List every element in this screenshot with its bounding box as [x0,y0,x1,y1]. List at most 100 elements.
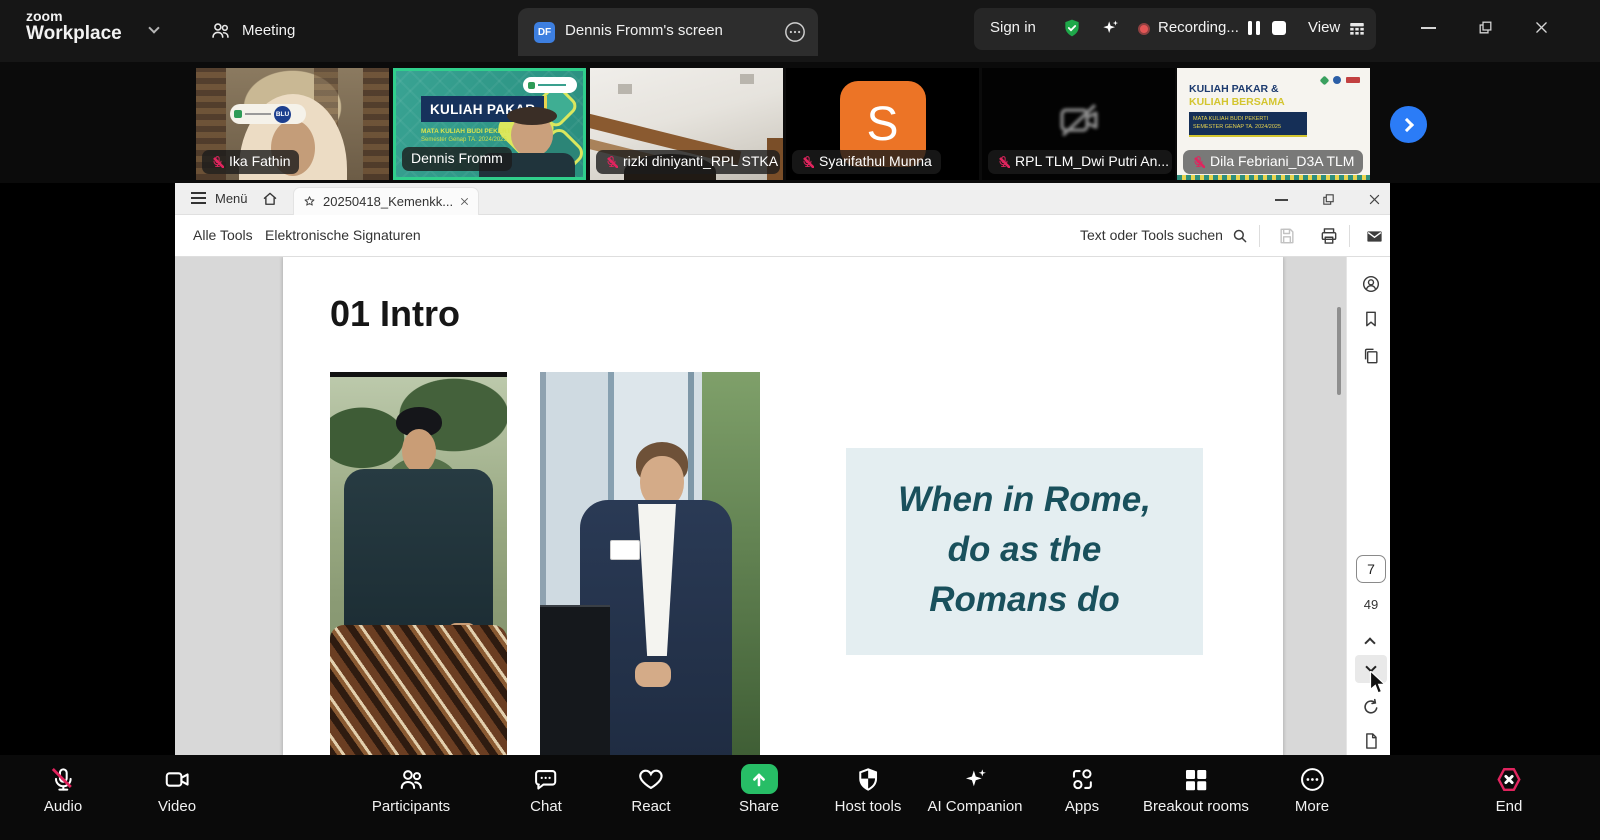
end-meeting-button[interactable]: End [1495,764,1524,815]
share-button[interactable]: Share [739,764,779,815]
speaker-hair [507,107,557,125]
video-tile-dennis-fromm[interactable]: KULIAH PAKAR MATA KULIAH BUDI PEKERTI Se… [393,68,586,180]
video-tile-syarifathul[interactable]: S Syarifathul Munna [786,68,979,180]
window-minimize-button[interactable] [1421,27,1436,29]
mic-off-icon [1192,155,1205,168]
decor-panel [363,68,389,180]
save-icon[interactable] [1277,226,1297,246]
audio-button[interactable]: Audio [44,764,82,815]
react-button[interactable]: React [631,764,670,815]
jacket [344,469,493,637]
banner-subline: MATA KULIAH BUDI PEKERTI [421,128,513,135]
pause-bar-icon [1248,21,1252,35]
video-tile-ika-fathin[interactable]: BLU Ika Fathin [196,68,389,180]
video-tile-dila-febriani[interactable]: KULIAH PAKAR & KULIAH BERSAMA MATA KULIA… [1177,68,1370,180]
toolbar-divider [1259,225,1260,247]
close-tab-icon[interactable] [459,196,470,207]
heart-icon [638,766,665,793]
window-close-button[interactable] [1533,19,1550,36]
participant-name-label: Dennis Fromm [402,147,512,171]
recording-dot-icon [1138,23,1150,35]
tab-options-ellipsis-icon[interactable] [784,21,806,43]
security-shield-icon[interactable] [1062,18,1082,38]
breakout-rooms-icon [1182,766,1209,793]
camera-icon [164,766,191,793]
ai-companion-button[interactable]: AI Companion [927,764,1022,815]
camera-off-icon [1055,96,1103,144]
end-hexagon-icon [1495,765,1524,794]
logo-workplace-text: Workplace [26,23,122,45]
meeting-status-pill: Sign in Recording... View [974,8,1376,50]
zoom-workplace-window: zoom Workplace Meeting DF Dennis Fromm's… [0,0,1600,840]
next-participants-page-button[interactable] [1390,106,1427,143]
sign-in-button[interactable]: Sign in [990,19,1036,36]
document-tab-label: 20250418_Kemenkk... [323,194,453,209]
mic-off-icon [211,155,224,168]
tab-meeting[interactable]: Meeting [210,20,295,41]
banner-text-line [245,113,271,115]
workspace-menu-chevron-down-icon[interactable] [148,22,159,33]
page-thumbnails-icon[interactable] [1361,346,1381,366]
mic-muted-icon [50,766,77,793]
mic-off-icon [605,155,618,168]
star-icon[interactable] [302,194,317,209]
share-screen-icon [741,764,778,794]
home-icon[interactable] [261,190,279,208]
search-icon[interactable] [1231,227,1249,245]
bookmarks-icon[interactable] [1361,309,1381,329]
acrobat-toolbar: Alle Tools Elektronische Signaturen Text… [175,215,1390,257]
current-page-input[interactable]: 7 [1356,555,1386,583]
banner-subline: Semester Genap TA. 2024/2025 [421,137,507,143]
more-button[interactable]: More [1295,764,1329,815]
name-tag [610,540,640,560]
view-grid-icon[interactable] [1348,20,1366,38]
participants-button[interactable]: Participants [372,764,450,815]
photo-business-suit [540,372,760,757]
video-button[interactable]: Video [158,764,196,815]
slide-border-decor [1177,175,1370,180]
esignatures-button[interactable]: Elektronische Signaturen [265,227,421,243]
video-tile-rpl-tlm[interactable]: RPL TLM_Dwi Putri An... [982,68,1175,180]
hand [635,662,671,687]
breakout-rooms-button[interactable]: Breakout rooms [1143,764,1249,815]
search-tools-label[interactable]: Text oder Tools suchen [1080,227,1223,243]
menu-button-label[interactable]: Menü [215,191,248,206]
participant-name-label: Ika Fathin [202,150,299,174]
print-icon[interactable] [1319,226,1339,246]
document-tab[interactable]: 20250418_Kemenkk... [293,187,479,215]
meeting-people-icon [210,20,231,41]
page-view-icon[interactable] [1361,731,1381,751]
ai-sparkle-icon[interactable] [1100,18,1120,38]
all-tools-button[interactable]: Alle Tools [193,227,253,243]
pdf-restore-button[interactable] [1321,192,1336,207]
recording-status-label: Recording... [1158,19,1239,36]
logo-mark [528,82,535,89]
vertical-scrollbar-thumb[interactable] [1337,307,1341,395]
meeting-tab-label: Meeting [242,22,295,39]
email-icon[interactable] [1365,227,1384,246]
chat-button[interactable]: Chat [530,764,562,815]
host-tools-button[interactable]: Host tools [835,764,902,815]
stop-recording-button[interactable] [1272,21,1286,35]
pdf-minimize-button[interactable] [1275,199,1288,201]
tab-dennis-fromm-screen[interactable]: DF Dennis Fromm's screen [518,8,818,56]
logo-text-line [538,84,566,86]
comments-icon[interactable] [1361,274,1381,294]
pause-recording-button[interactable] [1248,21,1260,35]
blu-badge: BLU [274,106,291,123]
apps-button[interactable]: Apps [1065,764,1099,815]
chevron-right-icon [1400,117,1414,131]
rotate-refresh-icon[interactable] [1361,697,1381,717]
video-tile-rizki[interactable]: rizki diniyanti_RPL STKA [590,68,783,180]
face [402,429,436,473]
mic-off-icon [801,155,814,168]
pdf-close-button[interactable] [1367,192,1382,207]
toolbar-divider [1349,225,1350,247]
window-restore-button[interactable] [1477,19,1494,36]
view-button-label[interactable]: View [1308,19,1340,36]
hamburger-menu-icon[interactable] [191,192,206,204]
slide-title: KULIAH BERSAMA [1189,96,1285,108]
pause-bar-icon [1256,21,1260,35]
pdf-page: 01 Intro [283,257,1283,757]
quote-line: When in Rome, [846,475,1203,525]
